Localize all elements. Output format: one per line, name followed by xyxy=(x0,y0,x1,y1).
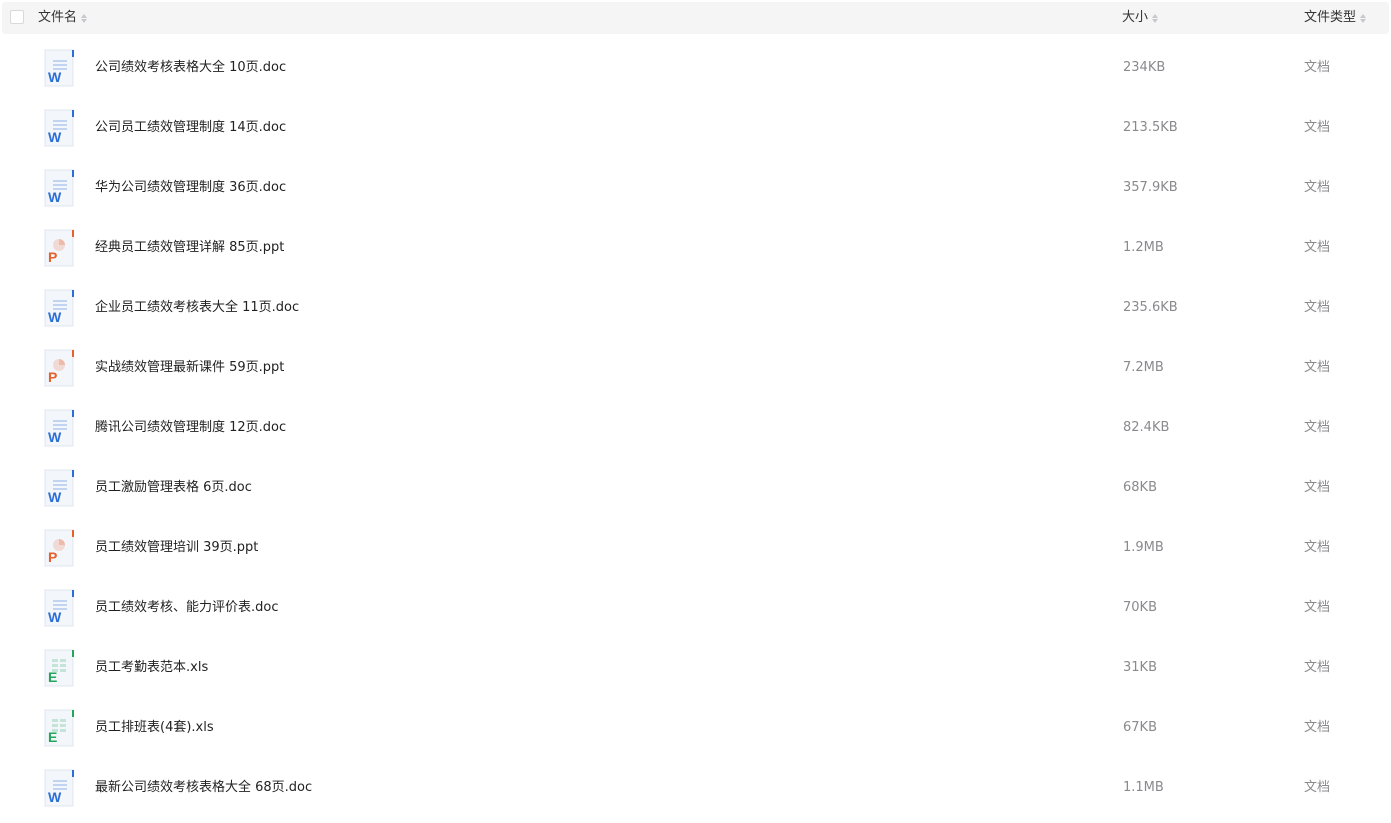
file-size: 70KB xyxy=(1123,600,1157,615)
file-size: 234KB xyxy=(1123,60,1166,75)
svg-text:P: P xyxy=(48,369,57,385)
sort-icon[interactable] xyxy=(81,12,88,24)
svg-text:W: W xyxy=(48,189,62,205)
file-name-link[interactable]: 员工激励管理表格 6页.doc xyxy=(95,458,252,518)
file-type: 文档 xyxy=(1304,120,1331,135)
table-row[interactable]: W 最新公司绩效考核表格大全 68页.doc 1.1MB 文档 xyxy=(0,758,1391,818)
file-name-link[interactable]: 实战绩效管理最新课件 59页.ppt xyxy=(95,338,284,398)
file-size: 1.9MB xyxy=(1123,540,1164,555)
file-name-link[interactable]: 最新公司绩效考核表格大全 68页.doc xyxy=(95,758,312,818)
file-name-link[interactable]: 公司绩效考核表格大全 10页.doc xyxy=(95,38,286,98)
table-row[interactable]: W 公司绩效考核表格大全 10页.doc 234KB 文档 xyxy=(0,38,1391,98)
file-type: 文档 xyxy=(1304,240,1331,255)
file-size: 82.4KB xyxy=(1123,420,1170,435)
file-size: 235.6KB xyxy=(1123,300,1178,315)
table-row[interactable]: P 实战绩效管理最新课件 59页.ppt 7.2MB 文档 xyxy=(0,338,1391,398)
column-header-name-label: 文件名 xyxy=(38,10,78,25)
table-row[interactable]: P 经典员工绩效管理详解 85页.ppt 1.2MB 文档 xyxy=(0,218,1391,278)
table-header: 文件名 大小 文件类型 xyxy=(2,2,1389,34)
file-list-table: 文件名 大小 文件类型 W 公司绩效考核表格大全 10页.doc 234KB 文档 W 公… xyxy=(0,0,1391,823)
svg-text:P: P xyxy=(48,249,57,265)
file-type: 文档 xyxy=(1304,540,1331,555)
table-row[interactable]: P 员工绩效管理培训 39页.ppt 1.9MB 文档 xyxy=(0,518,1391,578)
column-header-name[interactable]: 文件名 xyxy=(38,2,88,34)
svg-text:E: E xyxy=(48,669,57,685)
file-size: 31KB xyxy=(1123,660,1157,675)
select-all-checkbox[interactable] xyxy=(10,10,24,24)
file-name-link[interactable]: 腾讯公司绩效管理制度 12页.doc xyxy=(95,398,286,458)
column-header-size[interactable]: 大小 xyxy=(1122,2,1159,34)
file-size: 68KB xyxy=(1123,480,1157,495)
column-header-size-label: 大小 xyxy=(1122,10,1149,25)
file-size: 213.5KB xyxy=(1123,120,1178,135)
file-name-link[interactable]: 经典员工绩效管理详解 85页.ppt xyxy=(95,218,284,278)
file-type: 文档 xyxy=(1304,480,1331,495)
table-row[interactable]: E 员工排班表(4套).xls 67KB 文档 xyxy=(0,698,1391,758)
sort-icon[interactable] xyxy=(1360,12,1367,24)
column-header-type-label: 文件类型 xyxy=(1304,10,1357,25)
file-name-link[interactable]: 公司员工绩效管理制度 14页.doc xyxy=(95,98,286,158)
file-size: 7.2MB xyxy=(1123,360,1164,375)
file-size: 357.9KB xyxy=(1123,180,1178,195)
svg-text:W: W xyxy=(48,489,62,505)
file-type: 文档 xyxy=(1304,600,1331,615)
word-doc-icon: W xyxy=(43,169,75,207)
table-row[interactable]: W 公司员工绩效管理制度 14页.doc 213.5KB 文档 xyxy=(0,98,1391,158)
excel-file-icon: E xyxy=(43,709,75,747)
file-size: 1.1MB xyxy=(1123,780,1164,795)
word-doc-icon: W xyxy=(43,769,75,807)
file-name-link[interactable]: 员工绩效考核、能力评价表.doc xyxy=(95,578,279,638)
word-doc-icon: W xyxy=(43,409,75,447)
file-type: 文档 xyxy=(1304,780,1331,795)
word-doc-icon: W xyxy=(43,589,75,627)
svg-text:W: W xyxy=(48,789,62,805)
file-name-link[interactable]: 华为公司绩效管理制度 36页.doc xyxy=(95,158,286,218)
word-doc-icon: W xyxy=(43,469,75,507)
excel-file-icon: E xyxy=(43,649,75,687)
file-type: 文档 xyxy=(1304,60,1331,75)
file-type: 文档 xyxy=(1304,180,1331,195)
file-type: 文档 xyxy=(1304,300,1331,315)
file-type: 文档 xyxy=(1304,360,1331,375)
word-doc-icon: W xyxy=(43,49,75,87)
ppt-file-icon: P xyxy=(43,529,75,567)
file-name-link[interactable]: 员工考勤表范本.xls xyxy=(95,638,208,698)
file-name-link[interactable]: 企业员工绩效考核表大全 11页.doc xyxy=(95,278,299,338)
table-row[interactable]: W 员工绩效考核、能力评价表.doc 70KB 文档 xyxy=(0,578,1391,638)
svg-text:W: W xyxy=(48,609,62,625)
ppt-file-icon: P xyxy=(43,349,75,387)
svg-text:W: W xyxy=(48,429,62,445)
file-name-link[interactable]: 员工排班表(4套).xls xyxy=(95,698,214,758)
table-row[interactable]: E 员工考勤表范本.xls 31KB 文档 xyxy=(0,638,1391,698)
column-header-type[interactable]: 文件类型 xyxy=(1304,2,1367,34)
svg-text:P: P xyxy=(48,549,57,565)
file-rows: W 公司绩效考核表格大全 10页.doc 234KB 文档 W 公司员工绩效管理制度 14… xyxy=(0,38,1391,818)
file-size: 1.2MB xyxy=(1123,240,1164,255)
word-doc-icon: W xyxy=(43,109,75,147)
svg-text:W: W xyxy=(48,309,62,325)
file-type: 文档 xyxy=(1304,420,1331,435)
file-type: 文档 xyxy=(1304,720,1331,735)
word-doc-icon: W xyxy=(43,289,75,327)
table-row[interactable]: W 员工激励管理表格 6页.doc 68KB 文档 xyxy=(0,458,1391,518)
table-row[interactable]: W 华为公司绩效管理制度 36页.doc 357.9KB 文档 xyxy=(0,158,1391,218)
sort-icon[interactable] xyxy=(1152,12,1159,24)
svg-text:W: W xyxy=(48,69,62,85)
table-row[interactable]: W 企业员工绩效考核表大全 11页.doc 235.6KB 文档 xyxy=(0,278,1391,338)
file-size: 67KB xyxy=(1123,720,1157,735)
table-row[interactable]: W 腾讯公司绩效管理制度 12页.doc 82.4KB 文档 xyxy=(0,398,1391,458)
svg-text:E: E xyxy=(48,729,57,745)
file-name-link[interactable]: 员工绩效管理培训 39页.ppt xyxy=(95,518,258,578)
ppt-file-icon: P xyxy=(43,229,75,267)
file-type: 文档 xyxy=(1304,660,1331,675)
svg-text:W: W xyxy=(48,129,62,145)
